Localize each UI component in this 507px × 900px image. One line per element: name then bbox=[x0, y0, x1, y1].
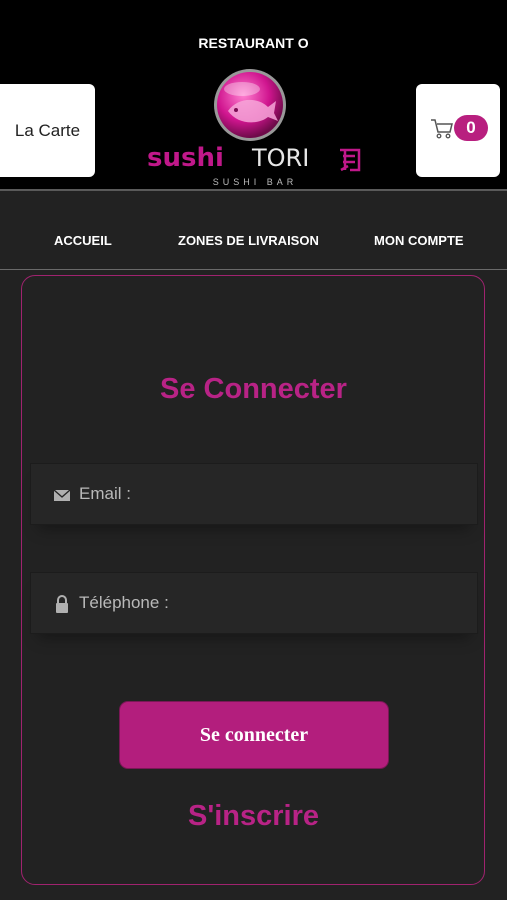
menu-button[interactable]: La Carte bbox=[0, 84, 95, 177]
status-text: RESTAURANT O bbox=[198, 35, 309, 51]
phone-label: Téléphone : bbox=[79, 593, 169, 612]
main-nav: ACCUEIL ZONES DE LIVRAISON MON COMPTE bbox=[0, 191, 507, 269]
brand-right-text: TORI bbox=[251, 144, 309, 172]
nav-item-mon-compte[interactable]: MON COMPTE bbox=[374, 233, 464, 248]
fish-logo-icon[interactable] bbox=[212, 67, 288, 143]
cart-icon bbox=[431, 119, 453, 139]
cart-count-badge: 0 bbox=[454, 115, 488, 141]
brand-subtitle: SUSHI BAR bbox=[212, 177, 298, 187]
cart-button[interactable]: 0 bbox=[416, 84, 500, 177]
register-link[interactable]: S'inscrire bbox=[0, 800, 507, 833]
phone-field[interactable]: Téléphone : bbox=[30, 572, 478, 634]
brand-logo: sushi TORI bbox=[147, 143, 361, 173]
email-label: Email : bbox=[79, 484, 131, 503]
login-submit-button[interactable]: Se connecter bbox=[120, 702, 388, 768]
nav-divider bbox=[0, 269, 507, 270]
envelope-icon bbox=[53, 489, 71, 501]
lock-icon bbox=[56, 595, 68, 613]
email-field[interactable]: Email : bbox=[30, 463, 478, 525]
nav-item-accueil[interactable]: ACCUEIL bbox=[54, 233, 112, 248]
nav-item-zones-livraison[interactable]: ZONES DE LIVRAISON bbox=[178, 233, 319, 248]
header-bar: RESTAURANT O La Carte sushi TORI SUSHI B… bbox=[0, 0, 507, 189]
brand-left-text: sushi bbox=[147, 143, 224, 173]
login-title: Se Connecter bbox=[160, 373, 347, 405]
